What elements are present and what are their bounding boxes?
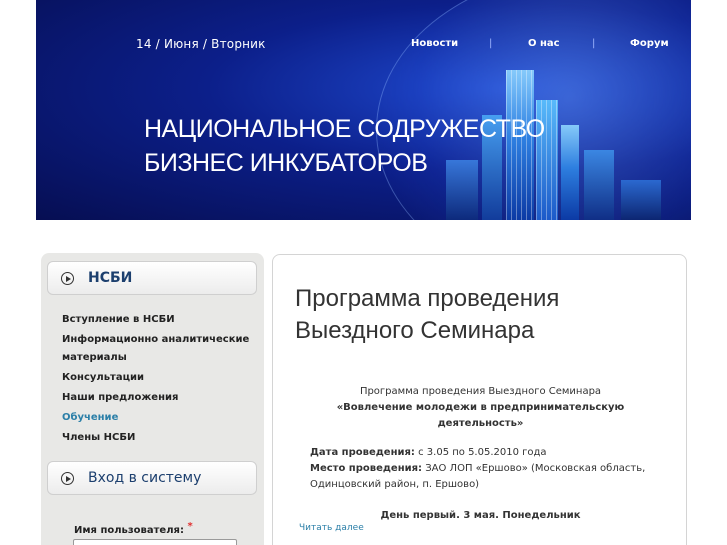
sidebar-section-login[interactable]: Вход в систему <box>47 461 257 495</box>
site-title: НАЦИОНАЛЬНОЕ СОДРУЖЕСТВО БИЗНЕС ИНКУБАТО… <box>144 112 545 180</box>
article-topic-line1: «Вовлечение молодежи в предпринимательск… <box>336 402 625 413</box>
sidebar-section-title: Вход в систему <box>88 470 202 486</box>
sidebar-item-analytics[interactable]: Информационно аналитические <box>62 331 249 349</box>
sidebar: НСБИ Вступление в НСБИ Информационно ана… <box>41 253 264 545</box>
current-date: 14 / Июня / Вторник <box>136 37 266 51</box>
sidebar-item-offers[interactable]: Наши предложения <box>62 389 178 407</box>
play-bullet-icon <box>61 472 74 485</box>
skyline-graphic <box>561 125 579 220</box>
sidebar-section-nsbi[interactable]: НСБИ <box>47 261 257 295</box>
nav-separator: | <box>592 38 596 49</box>
header-banner: 14 / Июня / Вторник Новости | О нас | Фо… <box>36 0 691 220</box>
play-bullet-icon <box>61 272 74 285</box>
event-place-label: Место проведения: <box>310 463 423 474</box>
event-date-value: с 3.05 по 5.05.2010 года <box>418 447 547 458</box>
article-title-line1: Программа проведения <box>295 285 560 312</box>
skyline-graphic <box>621 180 661 220</box>
sidebar-item-training[interactable]: Обучение <box>62 409 118 427</box>
nav-separator: | <box>489 38 493 49</box>
day-heading: День первый. 3 мая. Понедельник <box>380 510 581 521</box>
article-topic-line2: деятельность» <box>437 418 524 429</box>
sidebar-item-consulting[interactable]: Консультации <box>62 369 144 387</box>
sidebar-section-title: НСБИ <box>88 270 133 286</box>
event-place: Место проведения: ЗАО ЛОП «Ершово» (Моск… <box>310 461 645 477</box>
article-subtitle: Программа проведения Выездного Семинара <box>359 386 602 397</box>
site-title-line2: БИЗНЕС ИНКУБАТОРОВ <box>144 149 428 177</box>
article-panel: Программа проведения Выездного Семинара … <box>272 254 687 545</box>
event-date: Дата проведения: с 3.05 по 5.05.2010 год… <box>310 445 547 461</box>
article-title: Программа проведения Выездного Семинара <box>295 283 675 347</box>
event-place-cont: Одинцовский район, п. Ершово) <box>310 479 480 490</box>
skyline-graphic <box>584 150 614 220</box>
username-input[interactable] <box>73 539 237 545</box>
article-title-line2: Выездного Семинара <box>295 317 535 344</box>
sidebar-item-members[interactable]: Члены НСБИ <box>62 429 135 447</box>
event-place-value: ЗАО ЛОП «Ершово» (Московская область, <box>425 463 646 474</box>
sidebar-item-join[interactable]: Вступление в НСБИ <box>62 311 175 329</box>
event-date-label: Дата проведения: <box>310 447 415 458</box>
nav-forum-link[interactable]: Форум <box>630 38 669 49</box>
nav-about-link[interactable]: О нас <box>528 38 560 49</box>
username-label: Имя пользователя: * <box>74 521 193 536</box>
site-title-line1: НАЦИОНАЛЬНОЕ СОДРУЖЕСТВО <box>144 115 545 143</box>
nav-news-link[interactable]: Новости <box>411 38 458 49</box>
required-mark: * <box>187 521 193 532</box>
username-label-text: Имя пользователя: <box>74 525 184 536</box>
sidebar-item-analytics-cont[interactable]: материалы <box>62 349 127 367</box>
read-more-link[interactable]: Читать далее <box>299 523 364 533</box>
